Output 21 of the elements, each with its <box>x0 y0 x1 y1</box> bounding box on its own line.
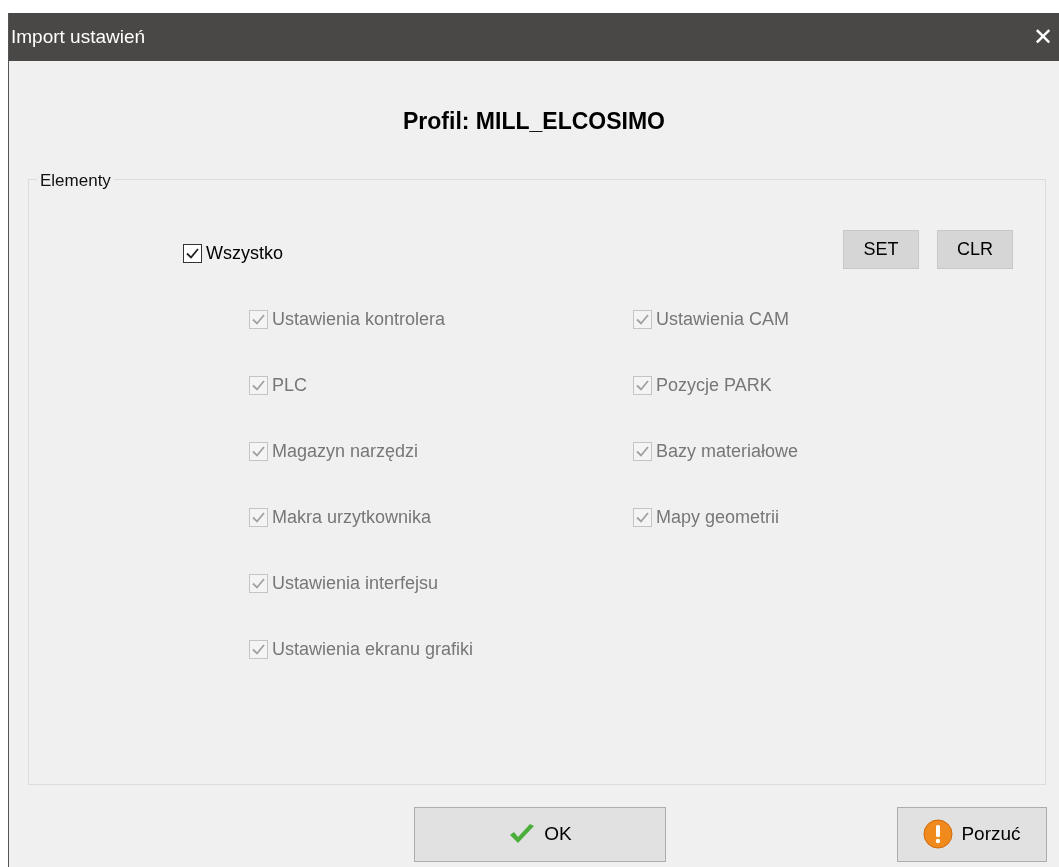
action-button[interactable]: CLR <box>937 229 1013 269</box>
checkbox-label: Ustawienia interfejsu <box>272 571 439 595</box>
checkmark-icon <box>508 823 537 845</box>
close-button[interactable]: ✕ <box>1033 25 1053 49</box>
checkbox-label: PLC <box>272 373 307 397</box>
checkbox-label: Ustawienia CAM <box>656 307 790 331</box>
checkbox-label: Ustawienia kontrolera <box>272 307 446 331</box>
checkbox[interactable] <box>183 243 202 263</box>
cancel-button[interactable]: Porzuć <box>897 806 1047 862</box>
action-button[interactable]: SET <box>843 229 919 269</box>
checkbox-label: Magazyn narzędzi <box>272 439 419 463</box>
window-title: Import ustawień <box>11 24 146 49</box>
ok-button[interactable]: OK <box>414 806 666 862</box>
checkbox-label: Bazy materiałowe <box>656 439 799 463</box>
checkbox-label: Mapy geometrii <box>656 505 780 529</box>
warning-icon <box>923 819 954 849</box>
checkbox-label: Makra urzytkownika <box>272 505 432 529</box>
profile-heading: Profil: MILL_ELCOSIMO <box>403 107 665 136</box>
checkbox-label: Ustawienia ekranu grafiki <box>272 637 474 661</box>
checkbox-label: Pozycje PARK <box>656 373 772 397</box>
checkbox-label: Wszystko <box>206 241 283 265</box>
